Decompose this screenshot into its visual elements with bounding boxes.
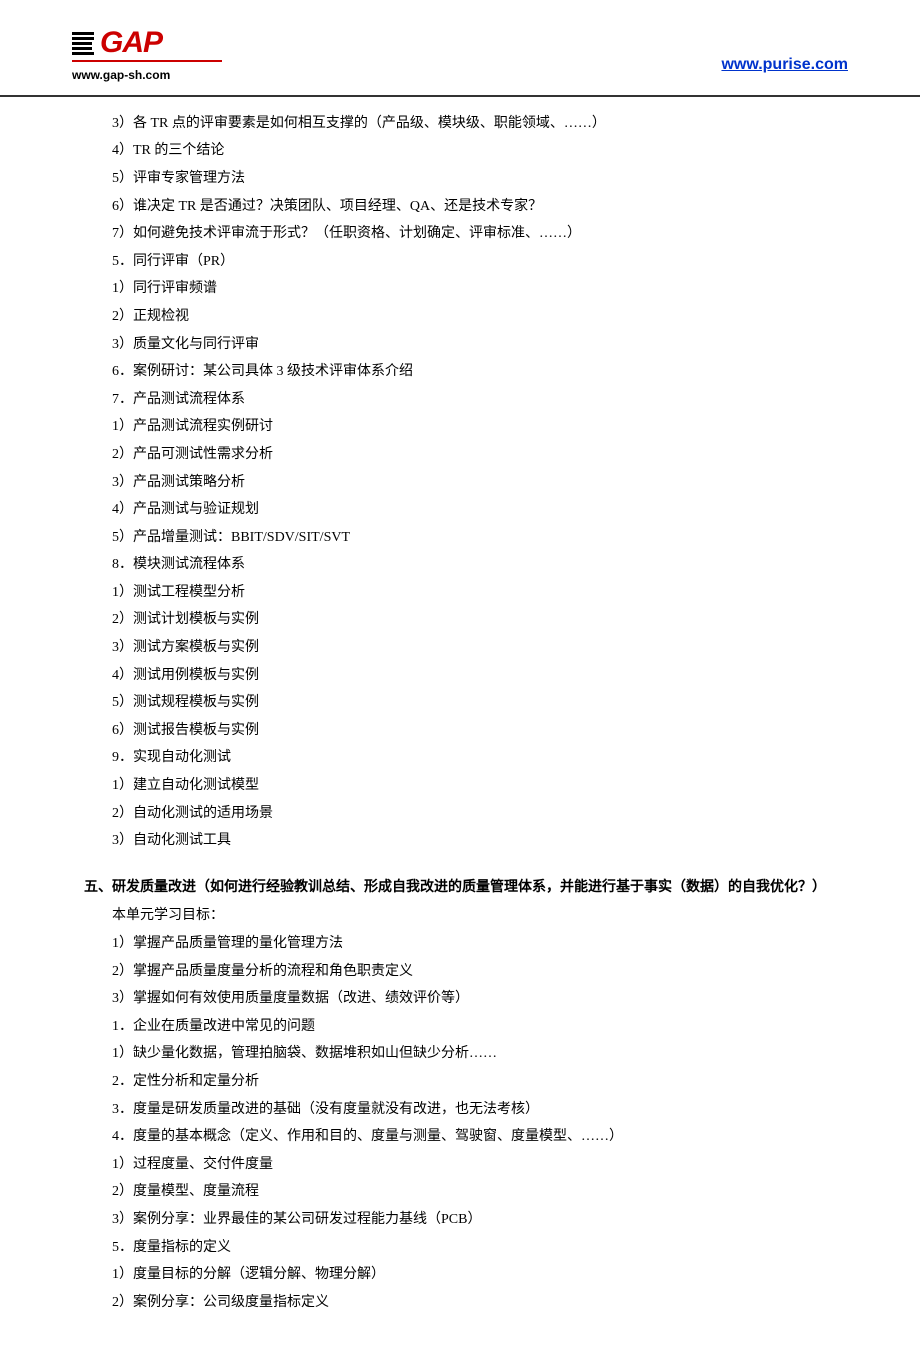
body-line: 2）案例分享：公司级度量指标定义 bbox=[84, 1290, 836, 1317]
body-line: 1．企业在质量改进中常见的问题 bbox=[84, 1014, 836, 1041]
body-line: 1）度量目标的分解（逻辑分解、物理分解） bbox=[84, 1262, 836, 1289]
body-line: 4）TR 的三个结论 bbox=[84, 138, 836, 165]
header-link[interactable]: www.purise.com bbox=[721, 50, 848, 86]
logo-text: GAP bbox=[100, 28, 162, 58]
body-line: 2）测试计划模板与实例 bbox=[84, 607, 836, 634]
body-line: 2）产品可测试性需求分析 bbox=[84, 442, 836, 469]
body-line: 1）过程度量、交付件度量 bbox=[84, 1152, 836, 1179]
section-block-2: 本单元学习目标： 1）掌握产品质量管理的量化管理方法 2）掌握产品质量度量分析的… bbox=[84, 903, 836, 1316]
page-header: GAP www.gap-sh.com www.purise.com bbox=[0, 0, 920, 97]
body-line: 1）测试工程模型分析 bbox=[84, 580, 836, 607]
body-line: 3．度量是研发质量改进的基础（没有度量就没有改进，也无法考核） bbox=[84, 1097, 836, 1124]
logo-row: GAP bbox=[72, 28, 222, 58]
body-line: 1）产品测试流程实例研讨 bbox=[84, 414, 836, 441]
document-body: 3）各 TR 点的评审要素是如何相互支撑的（产品级、模块级、职能领域、……） 4… bbox=[0, 111, 920, 1357]
body-line: 6）测试报告模板与实例 bbox=[84, 718, 836, 745]
body-line: 1）建立自动化测试模型 bbox=[84, 773, 836, 800]
body-line: 4．度量的基本概念（定义、作用和目的、度量与测量、驾驶窗、度量模型、……） bbox=[84, 1124, 836, 1151]
body-line: 1）掌握产品质量管理的量化管理方法 bbox=[84, 931, 836, 958]
body-line: 2．定性分析和定量分析 bbox=[84, 1069, 836, 1096]
body-line: 2）自动化测试的适用场景 bbox=[84, 801, 836, 828]
body-line: 4）产品测试与验证规划 bbox=[84, 497, 836, 524]
body-line: 5）测试规程模板与实例 bbox=[84, 690, 836, 717]
body-line: 3）自动化测试工具 bbox=[84, 828, 836, 855]
body-line: 6．案例研讨：某公司具体 3 级技术评审体系介绍 bbox=[84, 359, 836, 386]
logo-url: www.gap-sh.com bbox=[72, 64, 222, 87]
body-line: 3）产品测试策略分析 bbox=[84, 470, 836, 497]
body-line: 1）同行评审频谱 bbox=[84, 276, 836, 303]
section-block-1: 3）各 TR 点的评审要素是如何相互支撑的（产品级、模块级、职能领域、……） 4… bbox=[84, 111, 836, 855]
body-line: 7）如何避免技术评审流于形式？（任职资格、计划确定、评审标准、……） bbox=[84, 221, 836, 248]
logo-block: GAP www.gap-sh.com bbox=[72, 28, 222, 87]
body-line: 5．同行评审（PR） bbox=[84, 249, 836, 276]
body-line: 本单元学习目标： bbox=[84, 903, 836, 930]
body-line: 4）测试用例模板与实例 bbox=[84, 663, 836, 690]
body-line: 9．实现自动化测试 bbox=[84, 745, 836, 772]
body-line: 1）缺少量化数据，管理拍脑袋、数据堆积如山但缺少分析…… bbox=[84, 1041, 836, 1068]
body-line: 5）产品增量测试：BBIT/SDV/SIT/SVT bbox=[84, 525, 836, 552]
body-line: 5）评审专家管理方法 bbox=[84, 166, 836, 193]
body-line: 2）度量模型、度量流程 bbox=[84, 1179, 836, 1206]
body-line: 2）掌握产品质量度量分析的流程和角色职责定义 bbox=[84, 959, 836, 986]
logo-bars-icon bbox=[72, 32, 94, 55]
body-line: 7．产品测试流程体系 bbox=[84, 387, 836, 414]
body-line: 3）各 TR 点的评审要素是如何相互支撑的（产品级、模块级、职能领域、……） bbox=[84, 111, 836, 138]
body-line: 3）质量文化与同行评审 bbox=[84, 332, 836, 359]
body-line: 8．模块测试流程体系 bbox=[84, 552, 836, 579]
body-line: 3）掌握如何有效使用质量度量数据（改进、绩效评价等） bbox=[84, 986, 836, 1013]
body-line: 3）测试方案模板与实例 bbox=[84, 635, 836, 662]
body-line: 6）谁决定 TR 是否通过？决策团队、项目经理、QA、还是技术专家？ bbox=[84, 194, 836, 221]
body-line: 5．度量指标的定义 bbox=[84, 1235, 836, 1262]
body-line: 2）正规检视 bbox=[84, 304, 836, 331]
logo-divider bbox=[72, 60, 222, 62]
body-line: 3）案例分享：业界最佳的某公司研发过程能力基线（PCB） bbox=[84, 1207, 836, 1234]
section-heading: 五、研发质量改进（如何进行经验教训总结、形成自我改进的质量管理体系，并能进行基于… bbox=[84, 875, 836, 902]
